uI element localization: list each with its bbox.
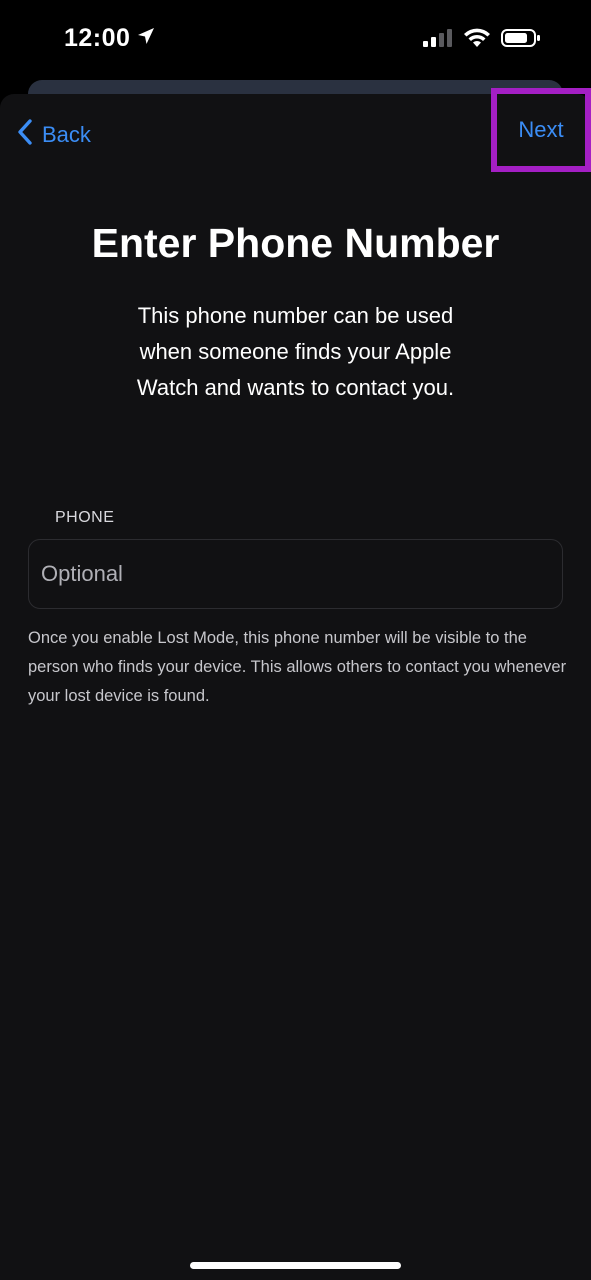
status-time: 12:00: [64, 24, 131, 52]
battery-icon: [501, 28, 541, 53]
phone-input[interactable]: [39, 560, 562, 588]
home-indicator[interactable]: [190, 1262, 401, 1269]
location-arrow-icon: [136, 24, 156, 53]
status-bar: 12:00: [0, 0, 591, 80]
lost-mode-footnote: Once you enable Lost Mode, this phone nu…: [28, 629, 567, 705]
chevron-left-icon: [16, 118, 34, 152]
next-button[interactable]: Next: [491, 88, 591, 172]
back-button-label: Back: [42, 122, 91, 147]
wifi-icon: [463, 28, 491, 53]
status-time-group: 12:00: [64, 24, 156, 53]
page-subtitle: This phone number can be used when someo…: [136, 303, 455, 400]
page-title: Enter Phone Number: [91, 220, 500, 266]
setup-sheet: Back Next Enter Phone Number This phone …: [0, 88, 591, 1280]
next-button-label: Next: [518, 117, 564, 142]
screen: 12:00 Back Next Enter Phone Number This …: [0, 0, 591, 1280]
cellular-signal-icon: [423, 28, 453, 53]
phone-section-label: PHONE: [55, 509, 115, 526]
status-icons: [423, 28, 541, 53]
phone-field[interactable]: [28, 539, 563, 609]
back-button[interactable]: Back: [16, 118, 91, 152]
